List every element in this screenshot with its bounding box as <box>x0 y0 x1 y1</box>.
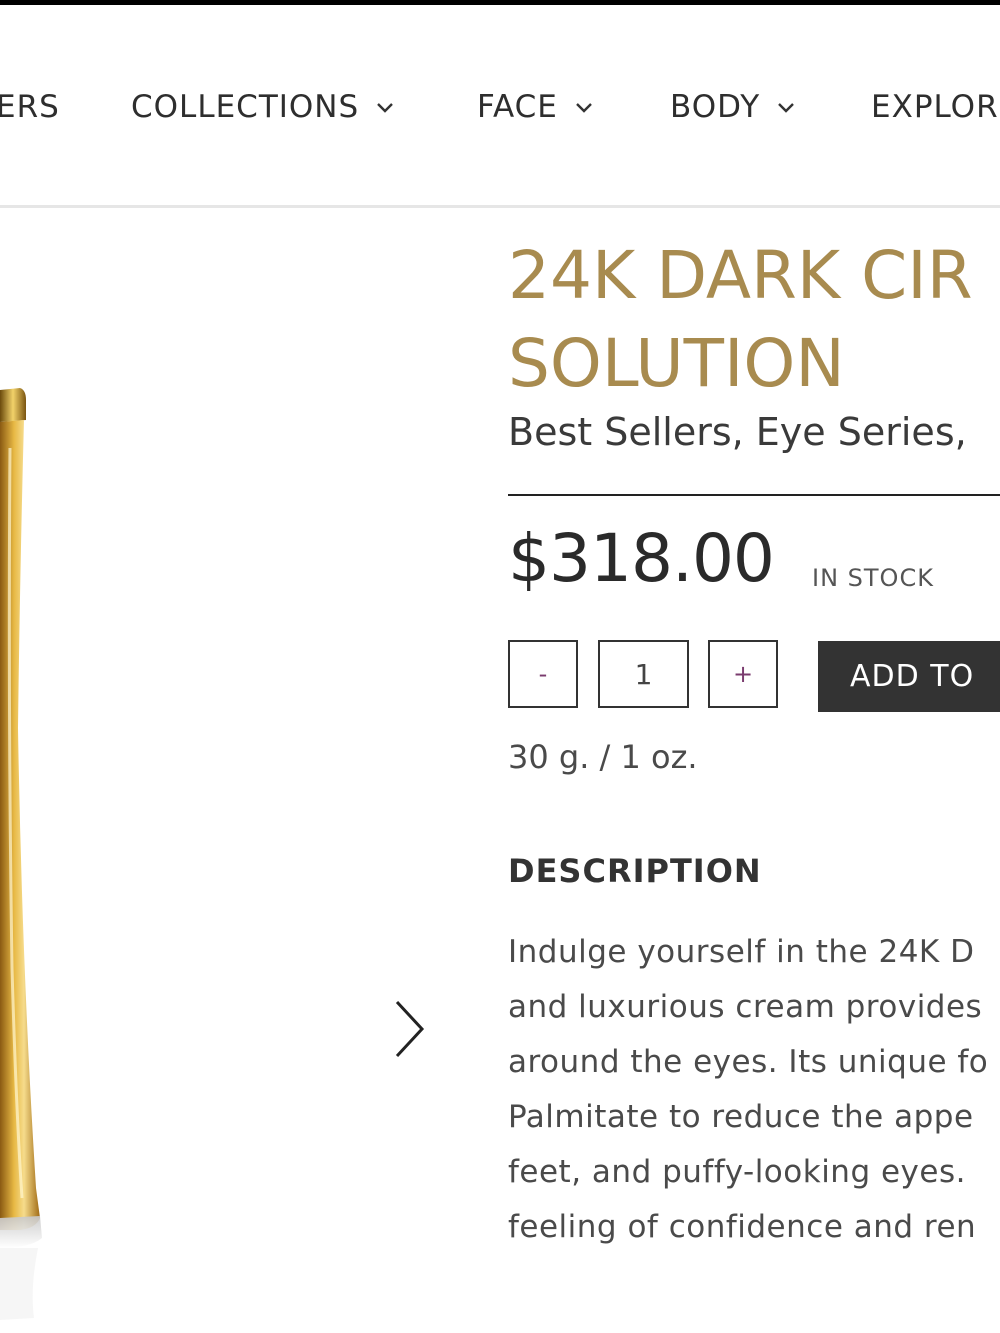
chevron-down-icon <box>377 103 394 113</box>
nav-item-best-sellers[interactable]: ERS <box>0 89 60 125</box>
divider <box>508 494 1000 496</box>
description-line: Indulge yourself in the 24K D <box>508 934 975 970</box>
product-image-gallery <box>0 208 470 1333</box>
description-line: feet, and puffy-looking eyes. <box>508 1154 966 1190</box>
nav-item-label: COLLECTIONS <box>131 89 360 125</box>
description-line: feeling of confidence and ren <box>508 1209 977 1245</box>
quantity-decrement-button[interactable]: - <box>508 640 578 708</box>
chevron-down-icon <box>576 103 592 113</box>
description-line: Palmitate to reduce the appe <box>508 1099 974 1135</box>
nav-item-explore[interactable]: EXPLOR <box>871 89 999 125</box>
stock-status: IN STOCK <box>812 564 934 592</box>
quantity-increment-button[interactable]: + <box>708 640 778 708</box>
product-categories[interactable]: Best Sellers, Eye Series, <box>508 410 967 454</box>
nav-item-face[interactable]: FACE <box>477 89 594 125</box>
main-nav: ERS COLLECTIONS FACE BODY EXPLOR <box>0 5 1000 208</box>
product-title: 24K DARK CIR SOLUTION <box>508 232 973 408</box>
product-title-line-2: SOLUTION <box>508 325 845 402</box>
chevron-right-icon[interactable] <box>390 998 430 1060</box>
product-image <box>0 388 42 1320</box>
description-text: Indulge yourself in the 24K D and luxuri… <box>508 925 1000 1255</box>
description-heading: DESCRIPTION <box>508 852 762 890</box>
nav-item-label: FACE <box>477 89 558 125</box>
nav-item-collections[interactable]: COLLECTIONS <box>131 89 395 125</box>
description-line: and luxurious cream provides <box>508 989 983 1025</box>
chevron-down-icon <box>778 103 795 113</box>
add-to-cart-button[interactable]: ADD TO <box>818 641 1000 712</box>
product-size: 30 g. / 1 oz. <box>508 738 698 776</box>
quantity-input[interactable] <box>598 640 689 708</box>
nav-item-body[interactable]: BODY <box>670 89 796 125</box>
product-price: $318.00 <box>508 520 775 597</box>
nav-item-label: BODY <box>670 89 761 125</box>
nav-item-label: EXPLOR <box>871 89 999 125</box>
nav-item-label: ERS <box>0 89 60 125</box>
product-title-line-1: 24K DARK CIR <box>508 237 973 314</box>
description-line: around the eyes. Its unique fo <box>508 1044 989 1080</box>
